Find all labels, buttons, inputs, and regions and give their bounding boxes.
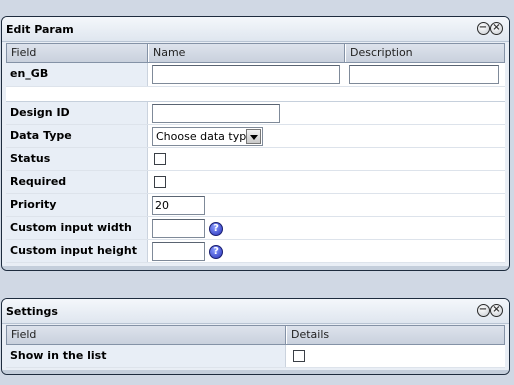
close-icon[interactable]: × bbox=[490, 304, 503, 317]
field-value-cell bbox=[148, 102, 505, 124]
table-header: Field Details bbox=[6, 325, 505, 345]
settings-row-show-in-list: Show in the list bbox=[6, 345, 505, 368]
settings-panel: Settings − × Field Details Show in the l… bbox=[1, 298, 510, 375]
locale-name-input[interactable] bbox=[152, 65, 340, 84]
column-header-field: Field bbox=[6, 326, 286, 344]
locale-description-cell bbox=[345, 63, 505, 86]
panel-controls: − × bbox=[476, 304, 503, 318]
field-value-cell bbox=[148, 171, 505, 193]
field-label: Show in the list bbox=[6, 345, 286, 367]
spacer bbox=[6, 87, 505, 102]
panel-title: Edit Param bbox=[6, 23, 74, 36]
field-row-data-type: Data Type Choose data type bbox=[6, 125, 505, 148]
show-in-list-checkbox[interactable] bbox=[293, 350, 305, 362]
custom-input-width-input[interactable] bbox=[152, 219, 205, 238]
settings-header: Settings − × bbox=[2, 299, 509, 324]
panel-controls: − × bbox=[476, 22, 503, 36]
locale-row: en_GB bbox=[6, 63, 505, 87]
field-value-cell: ? bbox=[148, 217, 505, 239]
chevron-down-icon[interactable] bbox=[246, 129, 261, 144]
minimize-icon[interactable]: − bbox=[476, 304, 490, 317]
edit-param-header: Edit Param − × bbox=[2, 17, 509, 42]
column-header-description: Description bbox=[345, 44, 505, 62]
field-value-cell: Choose data type bbox=[148, 125, 505, 147]
locale-name-cell bbox=[148, 63, 345, 86]
field-list: Design ID Data Type Choose data type Sta… bbox=[6, 102, 505, 263]
column-header-details: Details bbox=[286, 326, 505, 344]
status-checkbox[interactable] bbox=[154, 153, 166, 165]
field-label: Custom input height bbox=[6, 240, 148, 262]
field-value-cell bbox=[286, 345, 505, 367]
locale-label: en_GB bbox=[6, 63, 148, 86]
field-value-cell bbox=[148, 148, 505, 170]
minimize-icon[interactable]: − bbox=[476, 22, 490, 35]
required-checkbox[interactable] bbox=[154, 176, 166, 188]
column-header-field: Field bbox=[6, 44, 148, 62]
panel-title: Settings bbox=[6, 305, 58, 318]
field-row-status: Status bbox=[6, 148, 505, 171]
priority-input[interactable]: 20 bbox=[152, 196, 205, 215]
field-row-custom-input-width: Custom input width ? bbox=[6, 217, 505, 240]
field-row-required: Required bbox=[6, 171, 505, 194]
field-label: Design ID bbox=[6, 102, 148, 124]
table-header: Field Name Description bbox=[6, 43, 505, 63]
field-value-cell: ? bbox=[148, 240, 505, 262]
field-row-design-id: Design ID bbox=[6, 102, 505, 125]
field-label: Custom input width bbox=[6, 217, 148, 239]
locale-table: Field Name Description en_GB Design ID D… bbox=[6, 43, 505, 263]
panel-footer-bar bbox=[2, 370, 509, 374]
field-row-custom-input-height: Custom input height ? bbox=[6, 240, 505, 263]
data-type-selected: Choose data type bbox=[156, 130, 253, 143]
field-value-cell: 20 bbox=[148, 194, 505, 216]
field-label: Status bbox=[6, 148, 148, 170]
edit-param-panel: Edit Param − × Field Name Description en… bbox=[1, 16, 510, 271]
design-id-input[interactable] bbox=[152, 104, 280, 123]
field-label: Priority bbox=[6, 194, 148, 216]
locale-description-input[interactable] bbox=[349, 65, 499, 84]
close-icon[interactable]: × bbox=[490, 22, 503, 35]
field-row-priority: Priority 20 bbox=[6, 194, 505, 217]
field-label: Data Type bbox=[6, 125, 148, 147]
custom-input-height-input[interactable] bbox=[152, 242, 205, 261]
data-type-select[interactable]: Choose data type bbox=[152, 127, 263, 146]
panel-footer-bar bbox=[2, 266, 509, 270]
field-label: Required bbox=[6, 171, 148, 193]
help-icon[interactable]: ? bbox=[209, 245, 223, 259]
settings-table: Field Details Show in the list bbox=[6, 325, 505, 368]
column-header-name: Name bbox=[148, 44, 345, 62]
help-icon[interactable]: ? bbox=[209, 222, 223, 236]
